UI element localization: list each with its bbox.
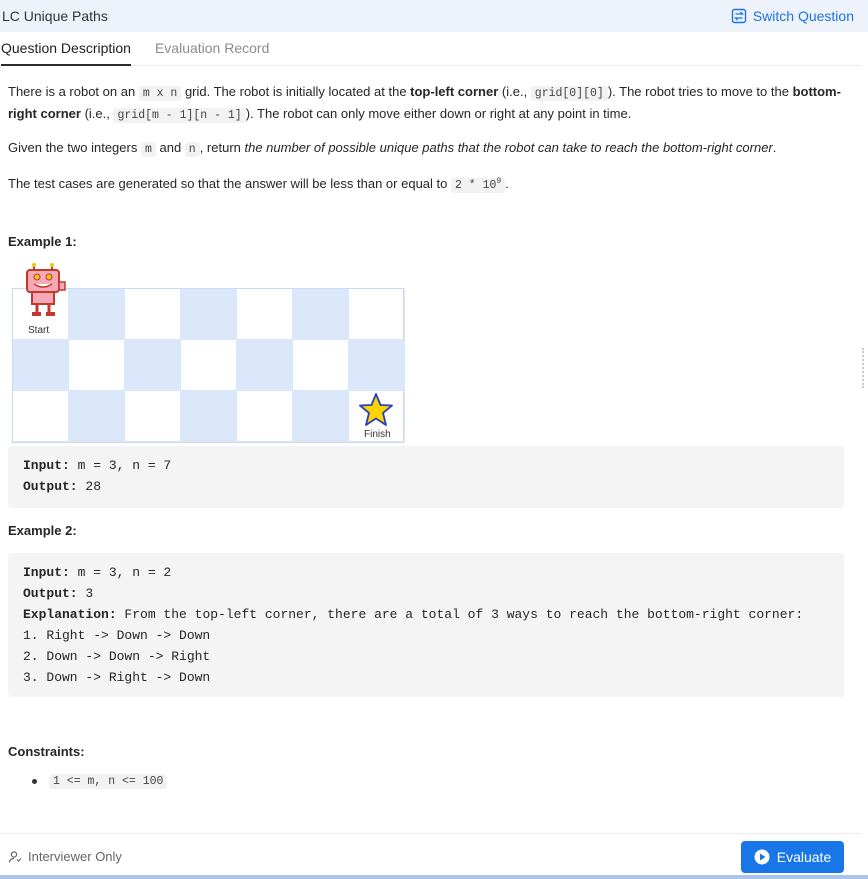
switch-icon [731,8,747,24]
evaluate-label: Evaluate [776,848,832,865]
star-icon [359,393,393,426]
play-icon [754,849,770,864]
interviewer-only: Interviewer Only [8,849,122,864]
tab-bar: Question Description Evaluation Record [0,32,862,66]
tab-evaluation-record[interactable]: Evaluation Record [155,32,269,66]
question-title: LC Unique Paths [2,8,108,24]
finish-label: Finish [364,429,391,440]
tab-question-description[interactable]: Question Description [1,32,131,66]
example-grid: Start Finish [12,263,405,443]
bottom-border [0,875,868,879]
switch-question-label: Switch Question [752,8,854,24]
example-1-heading: Example 1: [8,234,77,249]
question-description: There is a robot on an m x n grid. The r… [8,82,848,208]
resize-handle[interactable] [862,348,866,388]
constraint-item: 1 <= m, n <= 100 [32,774,168,789]
constraint-text: 1 <= m, n <= 100 [49,774,168,789]
start-label: Start [28,325,50,336]
description-paragraph-3: The test cases are generated so that the… [8,175,509,193]
user-icon [8,850,22,863]
footer: Interviewer Only Evaluate [0,833,862,879]
example-1-code: Input: m = 3, n = 7 Output: 28 [8,446,844,508]
top-bar: LC Unique Paths Switch Question [0,0,868,32]
constraints-heading: Constraints: [8,744,85,759]
description-paragraph-1: There is a robot on an m x n grid. The r… [8,84,841,123]
evaluate-button[interactable]: Evaluate [741,840,844,873]
example-2-code: Input: m = 3, n = 2 Output: 3 Explanatio… [8,553,844,697]
example-2-heading: Example 2: [8,523,77,538]
description-paragraph-2: Given the two integers m and n, return t… [8,140,777,157]
interviewer-label: Interviewer Only [28,849,122,864]
robot-icon [26,263,66,316]
bullet [32,779,37,784]
switch-question-button[interactable]: Switch Question [731,8,854,24]
